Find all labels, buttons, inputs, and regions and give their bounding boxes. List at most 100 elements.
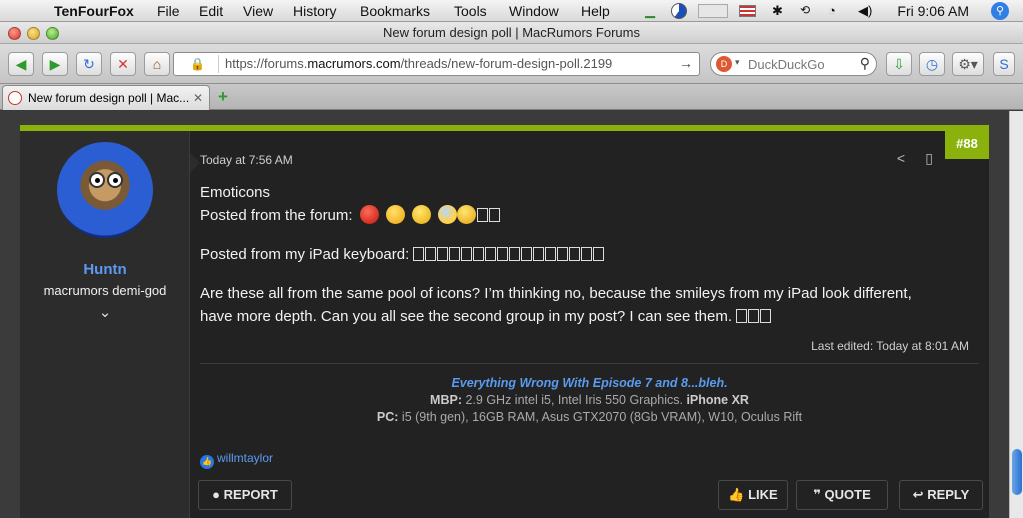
go-arrow-icon[interactable]: → [679, 55, 693, 71]
avatar[interactable] [57, 142, 153, 238]
post-body: Emoticons Posted from the forum: Posted … [200, 181, 980, 328]
menu-view[interactable]: View [243, 3, 273, 19]
close-tab-icon[interactable]: ✕ [193, 86, 203, 110]
menu-file[interactable]: File [157, 3, 180, 19]
url-bar[interactable]: 🔒 https://forums.macrumors.com/threads/n… [173, 52, 700, 76]
window-title: New forum design poll | MacRumors Forums [383, 25, 640, 40]
bluetooth-icon[interactable]: ✱ [772, 3, 783, 19]
missing-glyph-icon [437, 247, 449, 261]
browser-toolbar: ◀ ▶ ↻ ✕ ⌂ 🔒 https://forums.macrumors.com… [0, 44, 1023, 84]
missing-glyph-icon [545, 247, 557, 261]
url-text[interactable]: https://forums.macrumors.com/threads/new… [225, 56, 612, 71]
panel-pointer [190, 153, 200, 173]
missing-glyph-icon [509, 247, 521, 261]
window-titlebar: New forum design poll | MacRumors Forums [0, 22, 1023, 44]
menu-help[interactable]: Help [581, 3, 610, 19]
missing-glyph-icon [533, 247, 545, 261]
minimize-window-button[interactable] [27, 27, 40, 40]
bookmark-icon[interactable]: ▯ [925, 150, 933, 167]
download-button[interactable]: ⇩ [886, 52, 912, 76]
user-panel: Huntn macrumors demi-god ⌄ [20, 131, 190, 518]
duckduckgo-icon[interactable]: D [716, 56, 732, 72]
reload-button[interactable]: ↻ [76, 52, 102, 76]
site-identity-lock-icon[interactable]: 🔒 [177, 55, 219, 73]
quote-button[interactable]: ❞ QUOTE [796, 480, 888, 510]
missing-glyph-icon [497, 247, 509, 261]
new-tab-button[interactable]: + [218, 87, 228, 107]
scrollbar-thumb[interactable] [1012, 449, 1022, 495]
privacy-button[interactable]: ◷ [919, 52, 945, 76]
post-line-3: Posted from my iPad keyboard: [200, 243, 980, 266]
close-window-button[interactable] [8, 27, 21, 40]
missing-glyph-icon [593, 247, 605, 261]
missing-glyph-icon [569, 247, 581, 261]
stop-button[interactable]: ✕ [110, 52, 136, 76]
liker-link[interactable]: willmtaylor [217, 451, 273, 465]
menu-window[interactable]: Window [509, 3, 559, 19]
volume-icon[interactable]: ◀) [858, 3, 872, 19]
scream-emoji-icon [438, 205, 458, 224]
missing-glyph-icon [521, 247, 533, 261]
menu-tools[interactable]: Tools [454, 3, 487, 19]
report-button[interactable]: ● REPORT [198, 480, 292, 510]
reply-button[interactable]: ↩ REPLY [899, 480, 983, 510]
signature: Everything Wrong With Episode 7 and 8...… [200, 375, 979, 426]
share-icon[interactable]: < [897, 150, 905, 166]
spotlight-search-icon[interactable]: ⚲ [991, 2, 1009, 20]
missing-glyph-icon [760, 309, 772, 323]
tab-active[interactable]: New forum design poll | Mac... ✕ [2, 85, 210, 110]
vertical-scrollbar[interactable] [1009, 111, 1023, 518]
signature-divider [200, 363, 979, 364]
menu-bookmarks[interactable]: Bookmarks [360, 3, 430, 19]
menu-edit[interactable]: Edit [199, 3, 223, 19]
forum-post: Huntn macrumors demi-god ⌄ Today at 7:56… [20, 125, 989, 518]
missing-glyph-icon [581, 247, 593, 261]
post-line-1: Emoticons [200, 184, 271, 201]
post-number[interactable]: #88 [945, 131, 989, 159]
gear-icon[interactable]: ⚙▾ [952, 52, 984, 76]
home-button[interactable]: ⌂ [144, 52, 170, 76]
clock[interactable]: Fri 9:06 AM [897, 3, 969, 19]
zoom-window-button[interactable] [46, 27, 59, 40]
missing-glyph-icon [736, 309, 748, 323]
menu-history[interactable]: History [293, 3, 337, 19]
missing-glyph-icon [748, 309, 760, 323]
grin-emoji-icon [457, 205, 477, 224]
missing-glyph-icon [557, 247, 569, 261]
eyeroll-emoji-icon [412, 205, 432, 224]
signature-line-3: PC: i5 (9th gen), 16GB RAM, Asus GTX2070… [376, 410, 803, 424]
post-timestamp[interactable]: Today at 7:56 AM [200, 153, 293, 167]
timer-icon[interactable] [671, 3, 687, 19]
signature-link-episode[interactable]: Everything Wrong With Episode 7 [451, 376, 651, 390]
search-bar[interactable]: D ▾ DuckDuckGo ⚲ [710, 52, 877, 76]
username[interactable]: Huntn [20, 261, 190, 278]
forward-button[interactable]: ▶ [42, 52, 68, 76]
missing-glyph-icon [413, 247, 425, 261]
back-button[interactable]: ◀ [8, 52, 34, 76]
user-title: macrumors demi-god [43, 283, 167, 298]
flushed-emoji-icon [385, 205, 405, 224]
search-placeholder: DuckDuckGo [748, 57, 825, 72]
search-icon[interactable]: ⚲ [860, 55, 870, 72]
message-area: Today at 7:56 AM < ▯ #88 Emoticons Poste… [198, 131, 989, 518]
reply-icon: ↩ [912, 487, 924, 502]
report-icon: ● [212, 487, 221, 502]
like-thumb-icon: 👍 [200, 455, 214, 469]
flag-icon[interactable] [739, 5, 756, 17]
missing-glyph-icon [461, 247, 473, 261]
last-edited: Last edited: Today at 8:01 AM [811, 339, 969, 353]
chevron-down-icon[interactable]: ⌄ [20, 303, 190, 321]
status-indicator-icon[interactable]: ▁ [645, 3, 655, 19]
like-button[interactable]: 👍 LIKE [718, 480, 788, 510]
tab-title: New forum design poll | Mac... [28, 91, 190, 105]
monitor-icon[interactable] [698, 4, 728, 18]
missing-glyph-icon [489, 208, 501, 222]
post-line-2: Posted from the forum: [200, 204, 980, 227]
addon-icon[interactable]: S [993, 52, 1015, 76]
signature-link-bleh[interactable]: 8...bleh. [681, 376, 728, 390]
time-machine-icon[interactable]: ⟲ [800, 3, 810, 17]
menu-app-name[interactable]: TenFourFox [54, 3, 134, 19]
likes-summary[interactable]: 👍 willmtaylor [200, 451, 273, 469]
wifi-icon[interactable]: ◔ [828, 3, 836, 18]
chevron-down-icon[interactable]: ▾ [735, 57, 740, 68]
